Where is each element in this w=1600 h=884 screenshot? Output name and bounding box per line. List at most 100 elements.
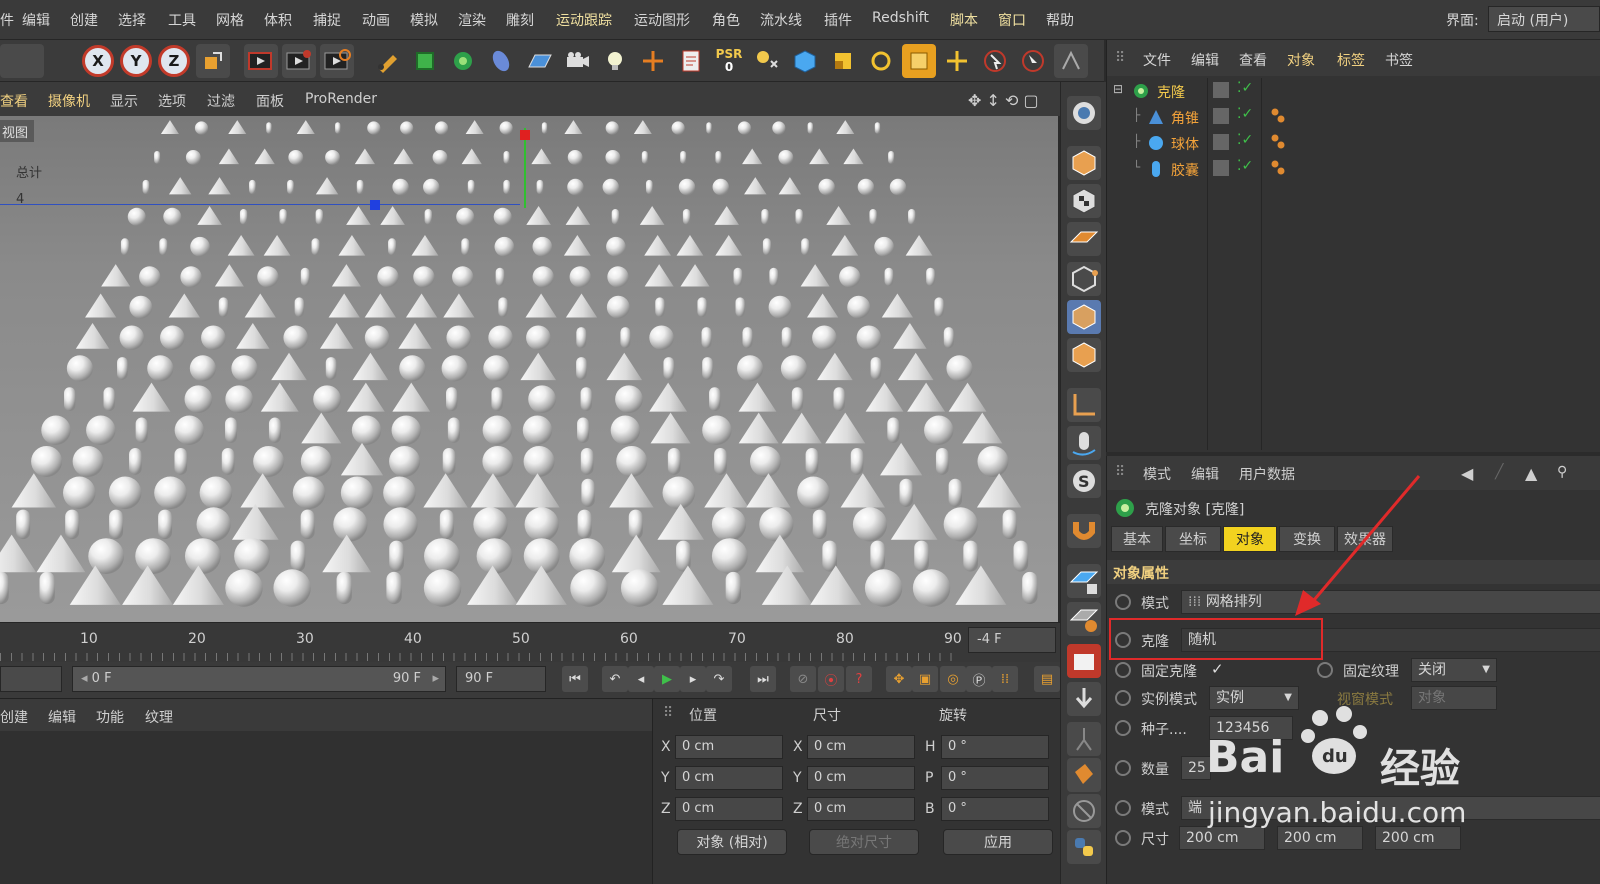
y-axis-handle[interactable] [520, 130, 530, 140]
visible-check-icon[interactable]: ⁚✓ [1237, 80, 1253, 96]
menu-create[interactable]: 创建 [70, 10, 98, 30]
move-tool-icon[interactable] [940, 44, 974, 78]
undo-redo-icon[interactable] [0, 44, 44, 78]
floor-environment-icon[interactable] [522, 44, 556, 78]
current-frame-field[interactable]: -4 F [968, 627, 1056, 653]
tag-dots-icon[interactable] [1269, 158, 1289, 184]
tweak-mode-icon[interactable] [1067, 426, 1101, 460]
panel-grip-icon[interactable]: ⠿ [663, 705, 673, 721]
fixed-texture-dropdown[interactable]: 关闭 ▼ [1411, 658, 1497, 682]
cube-blue-icon[interactable] [788, 44, 822, 78]
key-pla-icon[interactable]: ⁞⁞ [992, 666, 1018, 692]
vp-menu-options[interactable]: 选项 [158, 91, 186, 111]
rot-p-input[interactable]: 0 ° [941, 766, 1049, 790]
tab-coord[interactable]: 坐标 [1165, 526, 1221, 552]
menu-motion-tracking[interactable]: 运动跟踪 [556, 10, 612, 30]
menu-pipeline[interactable]: 流水线 [760, 10, 802, 30]
animate-radio-icon[interactable] [1317, 662, 1333, 678]
z-axis-lock-button[interactable]: Z [158, 45, 190, 77]
tree-row-capsule[interactable]: └ 胶囊 ⁚✓ [1107, 156, 1600, 182]
om-menu-view[interactable]: 查看 [1239, 50, 1267, 70]
disabled-icon[interactable] [1067, 794, 1101, 828]
attr-menu-mode[interactable]: 模式 [1143, 464, 1171, 484]
tool-extra-icon[interactable] [1054, 44, 1088, 78]
mat-menu-function[interactable]: 功能 [96, 707, 124, 727]
pen-tool-icon[interactable] [370, 44, 404, 78]
size-x-coord-input[interactable]: 0 cm [807, 735, 915, 759]
magnet-icon[interactable] [1067, 514, 1101, 548]
menu-window[interactable]: 窗口 [998, 10, 1026, 30]
layer-swatch-icon[interactable] [1213, 108, 1229, 124]
menu-help[interactable]: 帮助 [1046, 10, 1074, 30]
size-z-coord-input[interactable]: 0 cm [807, 797, 915, 821]
menu-volume[interactable]: 体积 [264, 10, 292, 30]
3d-viewport[interactable]: 视图 总计 4 [0, 116, 1058, 622]
tree-row-cloner[interactable]: ⊟ 克隆 ⁚✓ [1107, 78, 1600, 104]
visible-check-icon[interactable]: ⁚✓ [1237, 132, 1253, 148]
frame-range-slider[interactable]: ◂ 0 F 90 F ▸ [72, 666, 446, 692]
vp-menu-prorender[interactable]: ProRender [305, 91, 377, 107]
pos-z-input[interactable]: 0 cm [675, 797, 783, 821]
key-help-icon[interactable]: ? [846, 666, 872, 692]
previous-key-icon[interactable]: ↶ [602, 666, 628, 692]
rotate-tool-icon[interactable] [864, 44, 898, 78]
menu-file[interactable]: 件 [0, 10, 14, 30]
record-off-icon[interactable]: ⊘ [790, 666, 816, 692]
om-menu-object[interactable]: 对象 [1287, 50, 1315, 70]
up-arrow-icon[interactable]: ▲ [1525, 464, 1537, 483]
psr-button[interactable]: PSR 0 [712, 44, 746, 78]
play-icon[interactable]: ▶ [654, 666, 680, 692]
paint-bucket-icon[interactable] [1067, 758, 1101, 792]
panel-grip-icon[interactable]: ⠿ [1115, 50, 1125, 66]
panel-grip-icon[interactable]: ⠿ [1115, 464, 1125, 480]
scale-tool-icon[interactable] [826, 44, 860, 78]
points-mode-icon[interactable] [1067, 262, 1101, 296]
scale-active-icon[interactable] [902, 44, 936, 78]
mat-menu-texture[interactable]: 纹理 [145, 707, 173, 727]
fixed-clone-checkbox[interactable]: ✓ [1211, 660, 1224, 678]
menu-select[interactable]: 选择 [118, 10, 146, 30]
vp-menu-camera[interactable]: 摄像机 [48, 91, 90, 111]
animate-radio-icon[interactable] [1115, 690, 1131, 706]
coord-mode-dropdown[interactable]: 对象 (相对) [677, 829, 787, 855]
layout-dropdown[interactable]: 启动 (用户) [1488, 6, 1600, 32]
axis-mode-icon[interactable] [1067, 388, 1101, 422]
menu-redshift[interactable]: Redshift [872, 10, 929, 26]
end-frame-field[interactable]: 90 F [456, 666, 546, 692]
tab-object[interactable]: 对象 [1223, 526, 1277, 552]
auto-key-icon[interactable]: ⦿ [818, 666, 844, 692]
mat-menu-create[interactable]: 创建 [0, 707, 28, 727]
om-menu-bookmark[interactable]: 书签 [1385, 50, 1413, 70]
workplane-icon[interactable] [1067, 222, 1101, 256]
menu-animate[interactable]: 动画 [362, 10, 390, 30]
menu-render[interactable]: 渲染 [458, 10, 486, 30]
tag-dots-icon[interactable] [1269, 132, 1289, 158]
collapse-toggle-icon[interactable]: ⊟ [1113, 82, 1123, 96]
selection-arrow-icon[interactable] [1016, 44, 1050, 78]
snap-s-icon[interactable]: S [1067, 464, 1101, 498]
key-param-icon[interactable]: Ⓟ [966, 666, 992, 692]
tab-basic[interactable]: 基本 [1111, 526, 1163, 552]
light-icon[interactable] [598, 44, 632, 78]
key-rotate-icon[interactable]: ◎ [940, 666, 966, 692]
axis-swap-icon[interactable] [750, 44, 784, 78]
render-view-icon[interactable] [244, 44, 278, 78]
om-menu-file[interactable]: 文件 [1143, 50, 1171, 70]
y-axis-lock-button[interactable]: Y [120, 45, 152, 77]
texture-mode-icon[interactable] [1067, 184, 1101, 218]
coordinate-system-icon[interactable] [196, 44, 230, 78]
viewport-nav-icons[interactable]: ✥ ↕ ⟲ ▢ [968, 91, 1039, 110]
go-to-end-icon[interactable]: ⏭ [750, 666, 776, 692]
start-frame-field[interactable] [0, 666, 62, 692]
menu-tools[interactable]: 工具 [168, 10, 196, 30]
tree-row-sphere[interactable]: ├ 球体 ⁚✓ [1107, 130, 1600, 156]
visible-check-icon[interactable]: ⁚✓ [1237, 106, 1253, 122]
om-menu-edit[interactable]: 编辑 [1191, 50, 1219, 70]
menu-snap[interactable]: 捕捉 [313, 10, 341, 30]
deformer-icon[interactable] [484, 44, 518, 78]
key-move-icon[interactable]: ✥ [886, 666, 912, 692]
move-snap-icon[interactable] [636, 44, 670, 78]
vp-menu-view[interactable]: 查看 [0, 91, 28, 111]
menu-sculpt[interactable]: 雕刻 [506, 10, 534, 30]
vp-menu-filter[interactable]: 过滤 [207, 91, 235, 111]
